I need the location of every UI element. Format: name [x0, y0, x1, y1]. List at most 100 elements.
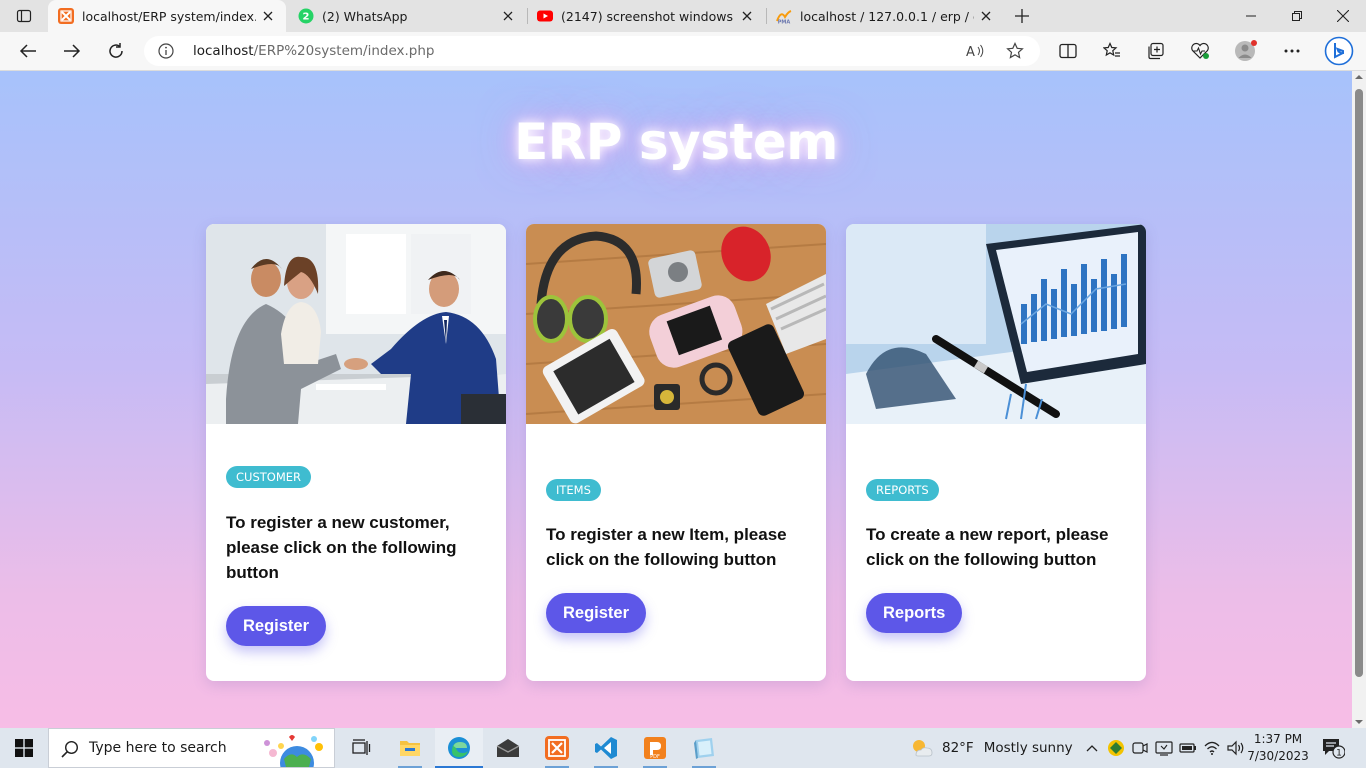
scroll-down-arrow-icon[interactable] — [1355, 718, 1363, 726]
close-tab-icon[interactable] — [260, 8, 276, 24]
info-icon[interactable] — [158, 43, 174, 59]
xampp-icon — [58, 8, 74, 24]
register-item-button[interactable]: Register — [546, 593, 647, 633]
back-button[interactable] — [12, 36, 44, 66]
xampp-icon — [545, 736, 569, 760]
read-aloud-icon[interactable]: A — [964, 41, 986, 61]
taskbar-file-explorer[interactable] — [386, 728, 434, 768]
task-view-button[interactable] — [337, 728, 385, 768]
notification-center-button[interactable]: 1 — [1318, 736, 1348, 760]
svg-text:2: 2 — [303, 12, 310, 23]
collections-icon — [1148, 42, 1164, 60]
tab-title: localhost/ERP system/index.php — [82, 8, 256, 24]
register-customer-button[interactable]: Register — [226, 606, 327, 646]
tab-actions-button[interactable] — [8, 4, 40, 28]
category-badge: REPORTS — [866, 479, 939, 501]
app-window-icon — [694, 738, 714, 759]
reports-button[interactable]: Reports — [866, 593, 963, 633]
url-path: /ERP%20system/index.php — [253, 43, 435, 59]
taskbar-app-glass[interactable] — [680, 728, 728, 768]
minimize-icon — [1246, 15, 1256, 17]
vertical-scrollbar[interactable] — [1352, 71, 1366, 728]
refresh-button[interactable] — [100, 36, 132, 66]
svg-text:PDF: PDF — [650, 754, 660, 760]
bing-icon — [1324, 36, 1354, 66]
split-screen-icon — [1059, 43, 1077, 59]
address-bar[interactable]: localhost/ERP%20system/index.php A — [144, 36, 1040, 66]
category-badge: ITEMS — [546, 479, 601, 501]
tab-phpmyadmin[interactable]: PMA localhost / 127.0.0.1 / erp / distri — [766, 0, 1004, 32]
settings-menu-button[interactable] — [1276, 36, 1308, 66]
close-tab-icon[interactable] — [500, 8, 516, 24]
start-button[interactable] — [0, 728, 48, 768]
tab-title: localhost / 127.0.0.1 / erp / distri — [800, 8, 974, 24]
items-card: ITEMS To register a new Item, please cli… — [526, 224, 826, 681]
clock-date: 7/30/2023 — [1247, 749, 1309, 763]
vscode-icon — [595, 737, 617, 759]
new-tab-button[interactable] — [1008, 4, 1036, 28]
taskbar-vscode[interactable] — [582, 728, 630, 768]
customer-card: CUSTOMER To register a new customer, ple… — [206, 224, 506, 681]
tray-volume-icon[interactable] — [1226, 738, 1246, 758]
search-highlight-globe-icon — [264, 735, 323, 767]
card-description: To create a new report, please click on … — [866, 525, 1109, 569]
electronic-devices-photo — [526, 224, 826, 424]
avatar — [1235, 40, 1257, 61]
arrow-right-icon — [64, 44, 81, 58]
tab-actions-icon — [16, 9, 32, 23]
split-screen-button[interactable] — [1052, 36, 1084, 66]
taskbar-clock[interactable]: 1:37 PM 7/30/2023 — [1246, 731, 1310, 765]
weather-widget[interactable]: 82°F Mostly sunny — [910, 728, 1073, 768]
tab-youtube[interactable]: (2147) screenshot windows 10 - Y — [527, 0, 765, 32]
taskbar-edge[interactable] — [435, 728, 483, 768]
url-text: localhost/ERP%20system/index.php — [193, 43, 435, 59]
forward-button[interactable] — [56, 36, 88, 66]
bing-copilot-button[interactable] — [1320, 36, 1358, 66]
minimize-button[interactable] — [1228, 0, 1274, 32]
tray-display-icon[interactable] — [1154, 738, 1174, 758]
folder-icon — [400, 741, 420, 756]
tray-battery-icon[interactable] — [1178, 738, 1198, 758]
notification-icon: 1 — [1323, 739, 1345, 759]
tray-meet-now-icon[interactable] — [1130, 738, 1150, 758]
windows-taskbar: Type here to search PDF 82°F Mostly sunn — [0, 728, 1366, 768]
taskbar-pdf-reader[interactable]: PDF — [631, 728, 679, 768]
page-title: ERP system — [514, 113, 838, 171]
tab-title: (2147) screenshot windows 10 - Y — [561, 8, 735, 24]
phpmyadmin-icon: PMA — [776, 8, 792, 24]
svg-text:A: A — [966, 45, 975, 59]
search-placeholder: Type here to search — [89, 740, 227, 756]
close-window-button[interactable] — [1320, 0, 1366, 32]
weather-description: Mostly sunny — [983, 740, 1073, 756]
partly-sunny-icon — [913, 740, 933, 757]
collections-button[interactable] — [1140, 36, 1172, 66]
tab-erp-system[interactable]: localhost/ERP system/index.php — [48, 0, 286, 32]
task-view-icon — [352, 739, 371, 755]
close-icon — [1337, 10, 1349, 22]
taskbar-search-box[interactable]: Type here to search — [48, 728, 335, 768]
edge-icon — [448, 737, 470, 759]
close-tab-icon[interactable] — [739, 8, 755, 24]
tray-wifi-icon[interactable] — [1202, 738, 1222, 758]
taskbar-xampp[interactable] — [533, 728, 581, 768]
mail-icon — [496, 739, 520, 757]
scroll-up-arrow-icon[interactable] — [1355, 73, 1363, 81]
windows-logo-icon — [15, 739, 33, 757]
card-description: To register a new customer, please click… — [226, 513, 457, 582]
page-viewport: ERP system CUSTOMER To register a new cu… — [0, 71, 1352, 728]
more-options-icon — [1284, 49, 1300, 53]
close-tab-icon[interactable] — [978, 8, 994, 24]
favorites-button[interactable] — [1096, 36, 1128, 66]
customer-handshake-photo — [206, 224, 506, 424]
tab-whatsapp[interactable]: 2 (2) WhatsApp — [288, 0, 526, 32]
tablet-charts-photo — [846, 224, 1146, 424]
show-hidden-icons-button[interactable] — [1082, 738, 1102, 758]
svg-text:PMA: PMA — [778, 20, 791, 25]
taskbar-mail[interactable] — [484, 728, 532, 768]
favorite-star-icon[interactable] — [1004, 41, 1026, 61]
tray-security-icon[interactable] — [1106, 738, 1126, 758]
restore-button[interactable] — [1274, 0, 1320, 32]
browser-essentials-button[interactable] — [1184, 36, 1216, 66]
scroll-thumb[interactable] — [1355, 89, 1363, 677]
profile-button[interactable] — [1230, 36, 1262, 66]
